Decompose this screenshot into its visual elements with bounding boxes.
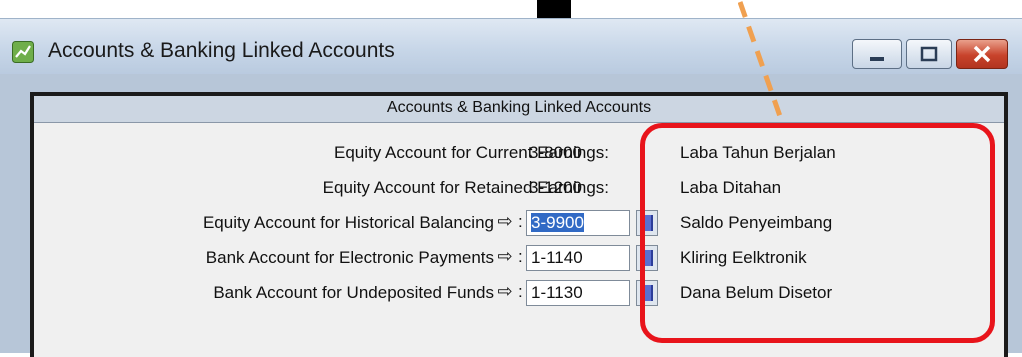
- zoom-arrow-icon[interactable]: ⇨: [492, 281, 518, 302]
- title-bar[interactable]: Accounts & Banking Linked Accounts: [0, 18, 1022, 75]
- row-label: Bank Account for Undeposited Funds: [213, 283, 494, 302]
- maximize-button[interactable]: [906, 39, 952, 69]
- window-title: Accounts & Banking Linked Accounts: [48, 39, 395, 62]
- annotation-highlight-box: [640, 123, 995, 343]
- colon: :: [518, 282, 523, 301]
- minimize-icon: [870, 57, 884, 61]
- annotation-dashed-line: [738, 1, 785, 123]
- zoom-arrow-icon[interactable]: ⇨: [492, 211, 518, 232]
- row-label: Bank Account for Electronic Payments: [205, 248, 494, 267]
- maximize-icon: [920, 46, 938, 62]
- zoom-arrow-icon[interactable]: ⇨: [492, 246, 518, 267]
- colon: :: [518, 212, 523, 231]
- row-label: Equity Account for Historical Balancing: [202, 213, 494, 232]
- colon: :: [518, 247, 523, 266]
- selected-code: 3-9900: [531, 213, 584, 232]
- electronic-payments-input[interactable]: 1-1140: [526, 245, 630, 271]
- app-icon: [12, 41, 34, 63]
- historical-balancing-input[interactable]: 3-9900: [526, 210, 630, 236]
- panel-title: Accounts & Banking Linked Accounts: [386, 99, 652, 116]
- close-button[interactable]: [956, 39, 1008, 69]
- minimize-button[interactable]: [852, 39, 902, 69]
- panel-header: Accounts & Banking Linked Accounts: [34, 96, 1004, 123]
- close-icon: [973, 45, 991, 63]
- account-code: 3-8000: [529, 143, 582, 162]
- account-code: 3-1200: [529, 178, 582, 197]
- undeposited-funds-input[interactable]: 1-1130: [526, 280, 630, 306]
